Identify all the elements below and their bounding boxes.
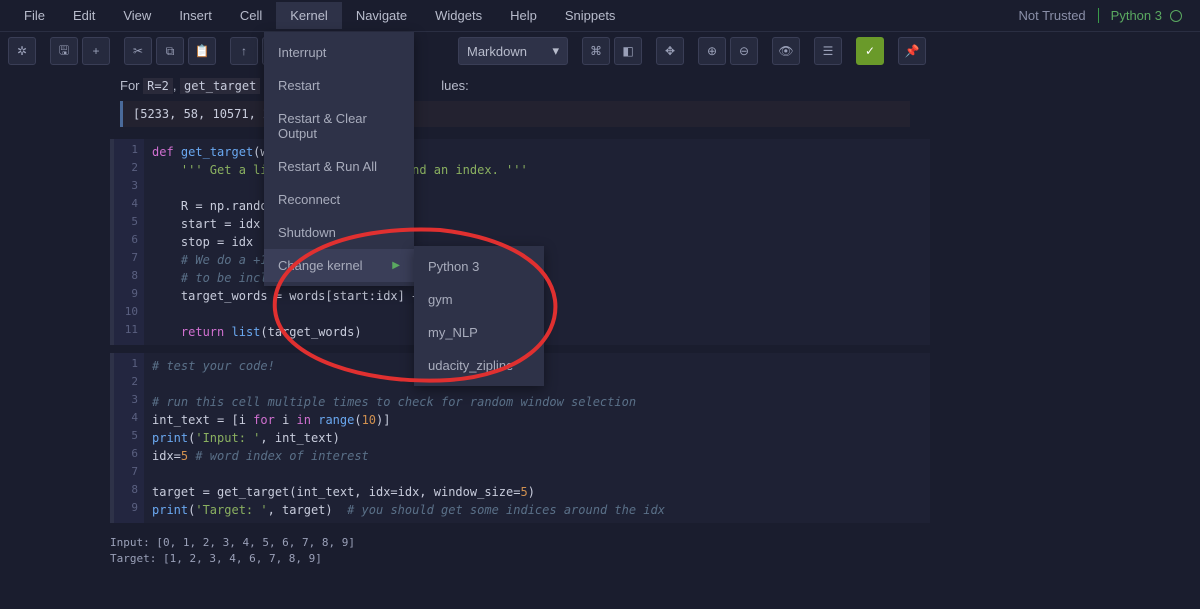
kernel-restart-clear[interactable]: Restart & Clear Output xyxy=(264,102,414,150)
change-kernel-submenu: Python 3 gym my_NLP udacity_zipline xyxy=(414,246,544,386)
output-block-1: [5233, 58, 10571, 27 xyxy=(120,101,910,127)
menu-kernel[interactable]: Kernel xyxy=(276,2,342,29)
save-button[interactable]: ✲ xyxy=(8,37,36,65)
kernel-option-gym[interactable]: gym xyxy=(414,283,544,316)
toggle-button[interactable]: ◧ xyxy=(614,37,642,65)
command-palette-button[interactable]: ⌘ xyxy=(582,37,610,65)
gutter: 123456789 xyxy=(114,353,144,523)
kernel-dropdown: Interrupt Restart Restart & Clear Output… xyxy=(264,32,414,286)
preview-button[interactable]: 👁 xyxy=(772,37,800,65)
kernel-option-python3[interactable]: Python 3 xyxy=(414,250,544,283)
pin-button[interactable]: 📌 xyxy=(898,37,926,65)
zoom-out-button[interactable]: ⊖ xyxy=(730,37,758,65)
spellcheck-button[interactable]: ✓ xyxy=(856,37,884,65)
kernel-restart[interactable]: Restart xyxy=(264,69,414,102)
list-button[interactable]: ☰ xyxy=(814,37,842,65)
submenu-arrow-icon: ▶ xyxy=(392,260,400,271)
cell-type-select[interactable]: Markdown ▾ xyxy=(458,37,568,65)
menu-file[interactable]: File xyxy=(10,2,59,29)
kernel-shutdown[interactable]: Shutdown xyxy=(264,216,414,249)
menubar: File Edit View Insert Cell Kernel Naviga… xyxy=(0,0,1200,32)
kernel-option-my-nlp[interactable]: my_NLP xyxy=(414,316,544,349)
kernel-status-icon xyxy=(1170,10,1182,22)
copy-button[interactable]: ⧉ xyxy=(156,37,184,65)
zoom-in-button[interactable]: ⊕ xyxy=(698,37,726,65)
cell-type-label: Markdown xyxy=(467,44,527,59)
output-block-2: Input: [0, 1, 2, 3, 4, 5, 6, 7, 8, 9] Ta… xyxy=(110,531,1200,571)
cut-button[interactable]: ✂ xyxy=(124,37,152,65)
kernel-change[interactable]: Change kernel ▶ xyxy=(264,249,414,282)
menu-navigate[interactable]: Navigate xyxy=(342,2,421,29)
kernel-option-udacity-zipline[interactable]: udacity_zipline xyxy=(414,349,544,382)
toolbar: ✲ 🖫 + ✂ ⧉ 📋 ↑ ↓ Markdown ▾ ⌘ ◧ ✥ ⊕ ⊖ 👁 ☰… xyxy=(0,32,1200,70)
save-icon-button[interactable]: 🖫 xyxy=(50,37,78,65)
move-up-button[interactable]: ↑ xyxy=(230,37,258,65)
kernel-restart-run-all[interactable]: Restart & Run All xyxy=(264,150,414,183)
kernel-name[interactable]: Python 3 xyxy=(1099,8,1170,23)
menu-view[interactable]: View xyxy=(109,2,165,29)
menu-help[interactable]: Help xyxy=(496,2,551,29)
paste-button[interactable]: 📋 xyxy=(188,37,216,65)
gutter: 1234567891011 xyxy=(114,139,144,345)
menu-edit[interactable]: Edit xyxy=(59,2,109,29)
change-kernel-label: Change kernel xyxy=(278,258,363,273)
notebook-area: For R=2, get_target sh lues: [5233, 58, … xyxy=(0,70,1200,571)
kernel-interrupt[interactable]: Interrupt xyxy=(264,36,414,69)
chevron-down-icon: ▾ xyxy=(552,43,559,59)
trust-indicator[interactable]: Not Trusted xyxy=(1006,8,1098,23)
kernel-reconnect[interactable]: Reconnect xyxy=(264,183,414,216)
menu-insert[interactable]: Insert xyxy=(165,2,226,29)
move-button[interactable]: ✥ xyxy=(656,37,684,65)
menu-snippets[interactable]: Snippets xyxy=(551,2,630,29)
menu-widgets[interactable]: Widgets xyxy=(421,2,496,29)
add-cell-button[interactable]: + xyxy=(82,37,110,65)
menu-cell[interactable]: Cell xyxy=(226,2,276,29)
